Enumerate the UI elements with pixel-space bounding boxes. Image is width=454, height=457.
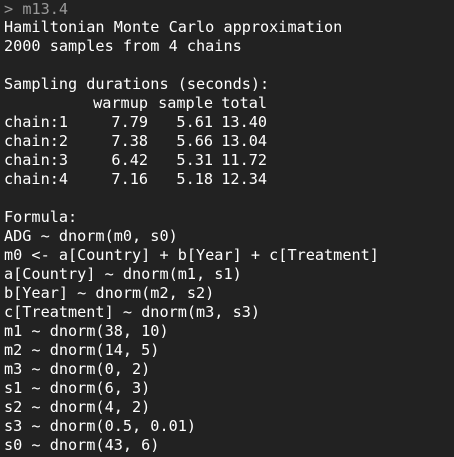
formula-line: s0 ~ dnorm(43, 6) <box>4 436 160 454</box>
warmup-value: 7.16 <box>111 170 148 188</box>
formula-line: s1 ~ dnorm(6, 3) <box>4 379 151 397</box>
formula-block: ADG ~ dnorm(m0, s0) m0 <- a[Country] + b… <box>4 227 454 455</box>
total-value: 11.72 <box>221 151 267 169</box>
table-row: chain:3 6.42 5.31 11.72 <box>4 151 454 170</box>
durations-table: warmup sample total chain:1 7.79 5.61 13… <box>4 94 454 189</box>
durations-title: Sampling durations (seconds): <box>4 75 270 93</box>
table-row: chain:1 7.79 5.61 13.40 <box>4 113 454 132</box>
prompt-symbol: > <box>4 0 14 18</box>
row-label: chain:1 <box>4 113 69 131</box>
total-value: 13.04 <box>221 132 267 150</box>
formula-line: ADG ~ dnorm(m0, s0) <box>4 227 178 245</box>
row-label: chain:2 <box>4 132 69 150</box>
column-header-sample: sample <box>158 94 213 112</box>
sample-value: 5.31 <box>176 151 213 169</box>
sample-value: 5.66 <box>176 132 213 150</box>
total-value: 13.40 <box>221 113 267 131</box>
column-header-warmup: warmup <box>93 94 148 112</box>
formula-line: a[Country] ~ dnorm(m1, s1) <box>4 265 242 283</box>
sample-value: 5.18 <box>176 170 213 188</box>
r-console-output: > m13.4 Hamiltonian Monte Carlo approxim… <box>0 0 454 457</box>
formula-line: m0 <- a[Country] + b[Year] + c[Treatment… <box>4 246 379 264</box>
formula-line: c[Treatment] ~ dnorm(m3, s3) <box>4 303 261 321</box>
row-label: chain:3 <box>4 151 69 169</box>
command-prompt-line: > m13.4 <box>4 0 454 18</box>
output-header-line-1: Hamiltonian Monte Carlo approximation <box>4 18 343 36</box>
sample-value: 5.61 <box>176 113 213 131</box>
formula-line: m3 ~ dnorm(0, 2) <box>4 360 151 378</box>
column-header-blank <box>4 94 78 113</box>
column-header-total: total <box>221 94 267 112</box>
durations-table-header: warmup sample total <box>4 94 454 113</box>
warmup-value: 7.79 <box>111 113 148 131</box>
formula-line: m1 ~ dnorm(38, 10) <box>4 322 169 340</box>
total-value: 12.34 <box>221 170 267 188</box>
formula-line: m2 ~ dnorm(14, 5) <box>4 341 160 359</box>
warmup-value: 7.38 <box>111 132 148 150</box>
command-text: m13.4 <box>22 0 69 18</box>
table-row: chain:2 7.38 5.66 13.04 <box>4 132 454 151</box>
table-row: chain:4 7.16 5.18 12.34 <box>4 170 454 189</box>
formula-line: s2 ~ dnorm(4, 2) <box>4 398 151 416</box>
warmup-value: 6.42 <box>111 151 148 169</box>
formula-line: s3 ~ dnorm(0.5, 0.01) <box>4 417 197 435</box>
output-header-line-2: 2000 samples from 4 chains <box>4 37 242 55</box>
row-label: chain:4 <box>4 170 69 188</box>
formula-title: Formula: <box>4 208 78 226</box>
formula-line: b[Year] ~ dnorm(m2, s2) <box>4 284 215 302</box>
